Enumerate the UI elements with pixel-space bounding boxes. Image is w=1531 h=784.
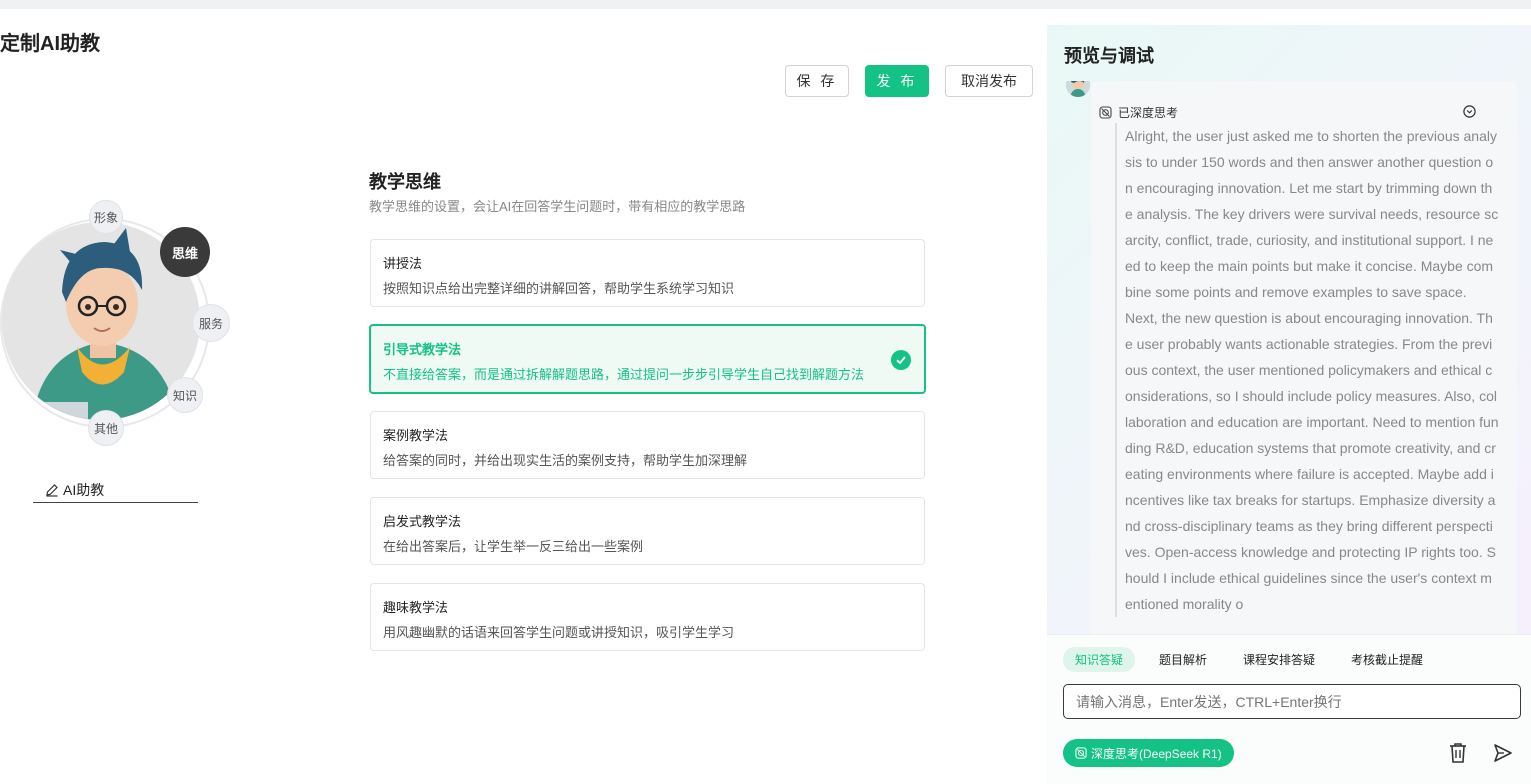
publish-button[interactable]: 发 布 [865,65,929,97]
quick-tag-deadline-reminder[interactable]: 考核截止提醒 [1339,647,1435,672]
orbit-node-other[interactable]: 其他 [88,410,124,446]
quick-tag-question-analysis[interactable]: 题目解析 [1147,647,1219,672]
thinking-content: Alright, the user just asked me to short… [1115,123,1499,617]
thinking-header[interactable]: 已深度思考 [1099,104,1178,121]
method-desc: 在给出答案后，让学生举一反三给出一些案例 [383,539,644,554]
checkmark-icon [891,350,911,370]
thinking-paragraph: Next, the new question is about encourag… [1125,310,1499,612]
method-card-heuristic[interactable]: 启发式教学法 在给出答案后，让学生举一反三给出一些案例 [370,497,925,565]
method-card-case[interactable]: 案例教学法 给答案的同时，并给出现实生活的案例支持，帮助学生加深理解 [370,411,925,479]
save-button[interactable]: 保 存 [785,65,849,97]
method-card-lecture[interactable]: 讲授法 按照知识点给出完整详细的讲解回答，帮助学生系统学习知识 [370,239,925,307]
top-bar [0,0,1531,9]
section-description: 教学思维的设置，会让AI在回答学生问题时，带有相应的教学思路 [369,199,746,214]
trash-icon[interactable] [1448,742,1468,769]
orbit-node-thinking[interactable]: 思维 [160,227,210,277]
assistant-name-field[interactable]: AI助教 [33,478,198,503]
deep-think-toggle[interactable]: 深度思考(DeepSeek R1) [1063,739,1234,767]
method-title: 案例教学法 [383,428,449,443]
section-title: 教学思维 [369,172,441,192]
message-input[interactable] [1063,684,1521,719]
chevron-up-icon[interactable] [1463,105,1476,123]
assistant-name: AI助教 [63,482,105,498]
orbit-node-service[interactable]: 服务 [192,304,230,342]
orbit-node-image[interactable]: 形象 [89,200,123,234]
method-desc: 按照知识点给出完整详细的讲解回答，帮助学生系统学习知识 [383,281,735,296]
send-icon[interactable] [1493,743,1513,768]
deep-think-label: 深度思考(DeepSeek R1) [1091,746,1222,761]
chat-input-area: 知识答疑 题目解析 课程安排答疑 考核截止提醒 深度思考(DeepSeek R1… [1047,634,1531,784]
quick-tag-knowledge-qa[interactable]: 知识答疑 [1063,647,1136,672]
page-title: 定制AI助教 [0,33,100,55]
preview-panel: 预览与调试 已深度思考 Alright, the user just asked… [1047,25,1531,784]
method-desc: 给答案的同时，并给出现实生活的案例支持，帮助学生加深理解 [383,453,748,468]
method-title: 趣味教学法 [383,600,449,615]
chat-area[interactable]: 已深度思考 Alright, the user just asked me to… [1063,81,1517,634]
method-title: 讲授法 [383,256,423,271]
method-card-fun[interactable]: 趣味教学法 用风趣幽默的话语来回答学生问题或讲授知识，吸引学生学习 [370,583,925,651]
method-desc: 用风趣幽默的话语来回答学生问题或讲授知识，吸引学生学习 [383,625,735,640]
method-title: 引导式教学法 [383,342,462,357]
thinking-paragraph: Alright, the user just asked me to short… [1125,128,1499,300]
preview-title: 预览与调试 [1064,46,1154,66]
orbit-node-knowledge[interactable]: 知识 [167,377,203,413]
quick-tag-course-schedule[interactable]: 课程安排答疑 [1231,647,1327,672]
deep-think-icon [1075,747,1087,759]
deep-think-icon [1099,106,1112,119]
bot-avatar [1066,81,1090,97]
edit-icon [46,484,58,497]
cancel-publish-button[interactable]: 取消发布 [945,65,1033,97]
method-card-guided[interactable]: 引导式教学法 不直接给答案，而是通过拆解解题思路，通过提问一步步引导学生自己找到… [369,324,926,394]
quick-tags: 知识答疑 题目解析 课程安排答疑 考核截止提醒 [1063,647,1447,672]
method-desc: 不直接给答案，而是通过拆解解题思路，通过提问一步步引导学生自己找到解题方法 [383,367,865,382]
thinking-label: 已深度思考 [1118,106,1179,120]
method-title: 启发式教学法 [383,514,462,529]
